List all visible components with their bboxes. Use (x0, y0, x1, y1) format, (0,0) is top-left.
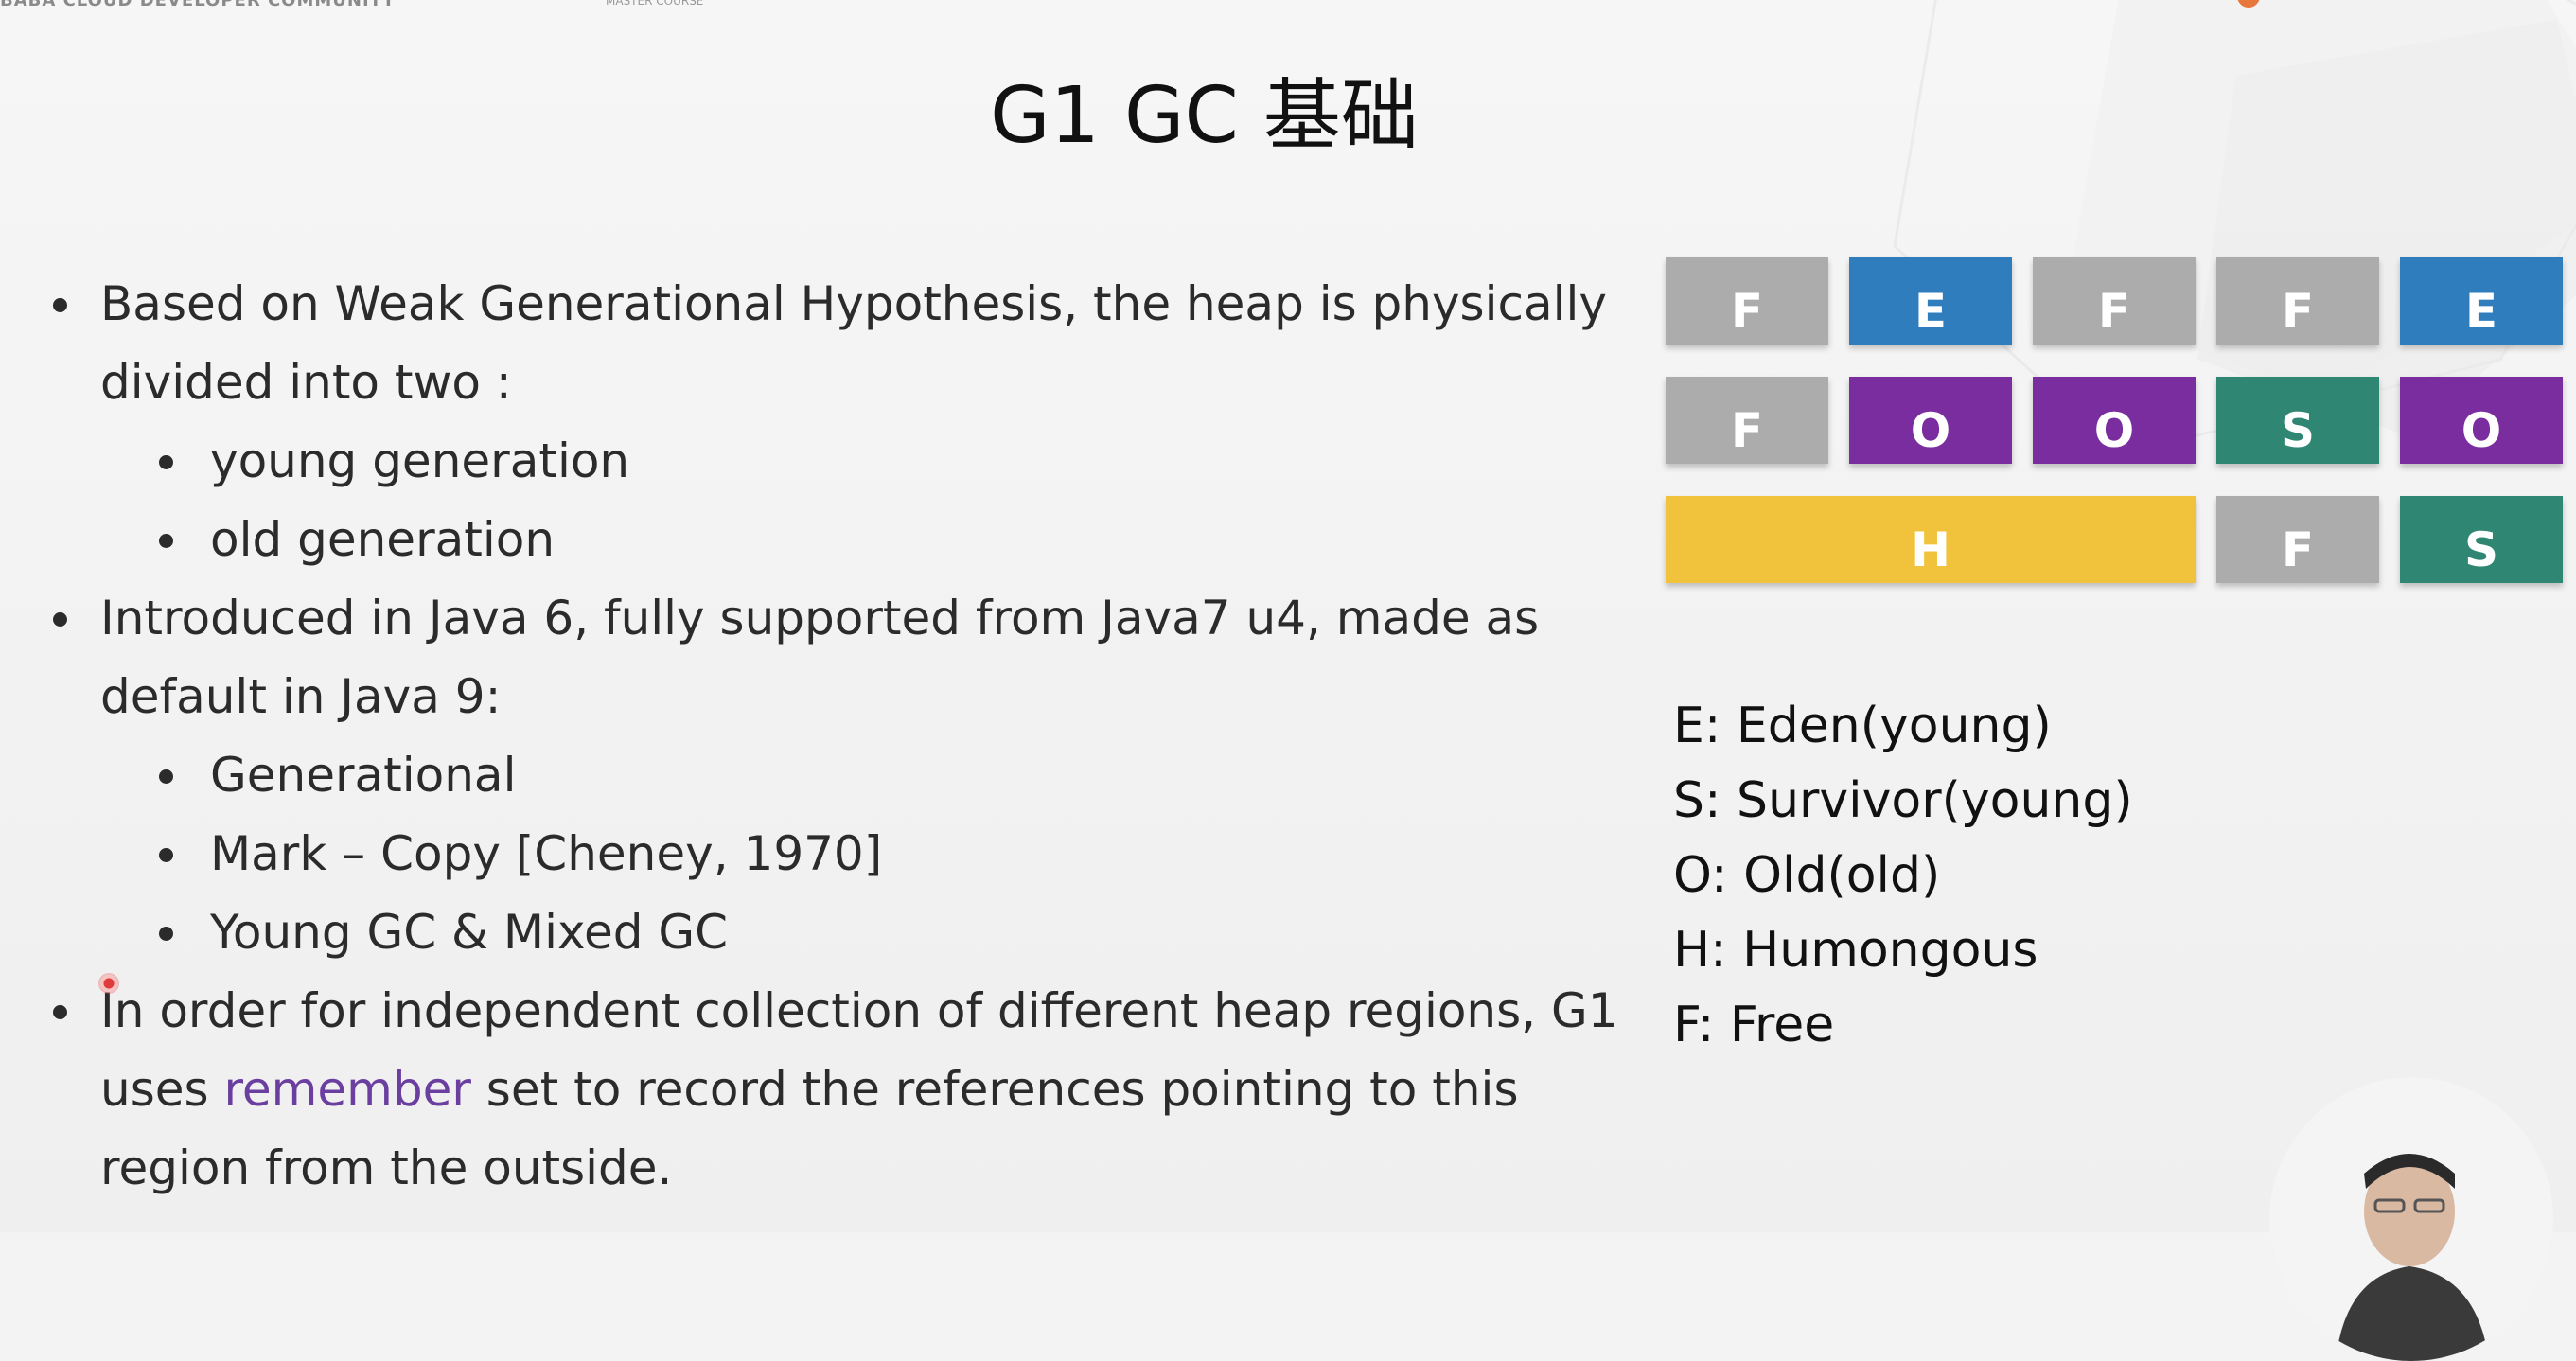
org-logo-text: BABA CLOUD DEVELOPER COMMUNITY (0, 0, 396, 10)
bullet-text-line2-after: set to record the references pointing to… (470, 1062, 1519, 1117)
heap-region-f: F (2216, 496, 2379, 583)
highlight-remember: remember (223, 1062, 471, 1117)
legend-item: S: Survivor(young) (1673, 772, 2133, 829)
sub-bullet-item: Young GC & Mixed GC (47, 893, 1637, 972)
bullet-item: In order for independent collection of d… (47, 972, 1637, 1208)
heap-region-o: O (2033, 377, 2196, 464)
bullet-list: Based on Weak Generational Hypothesis, t… (47, 265, 1637, 1208)
bullet-text-cont: divided into two : (100, 355, 512, 410)
bullet-item: Introduced in Java 6, fully supported fr… (47, 579, 1637, 736)
heap-region-e: E (2400, 257, 2563, 345)
bullet-text-cont: default in Java 9: (100, 669, 502, 724)
presenter-video (2269, 1077, 2553, 1361)
heap-region-grid: FEFFEFOOSOHFS (1666, 257, 2567, 585)
bullet-text: Introduced in Java 6, fully supported fr… (100, 591, 1540, 645)
brand-logo (2237, 0, 2260, 8)
laser-pointer (98, 973, 119, 994)
bullet-text-line2-before: uses (100, 1062, 224, 1117)
heap-region-f: F (1666, 377, 1828, 464)
heap-region-s: S (2216, 377, 2379, 464)
bullet-text: In order for independent collection of d… (100, 983, 1618, 1038)
heap-region-f: F (2033, 257, 2196, 345)
sub-bullet-item: Mark – Copy [Cheney, 1970] (47, 815, 1637, 893)
sub-bullet-item: young generation (47, 422, 1637, 501)
bullet-text-line3: region from the outside. (100, 1140, 673, 1195)
heap-region-o: O (2400, 377, 2563, 464)
sub-bullet-item: Generational (47, 736, 1637, 815)
legend-item: F: Free (1673, 997, 1835, 1053)
heap-region-h: H (1666, 496, 2196, 583)
legend-item: O: Old(old) (1673, 847, 1941, 904)
heap-region-s: S (2400, 496, 2563, 583)
region-legend: E: Eden(young) S: Survivor(young) O: Old(o… (1673, 689, 2133, 1063)
bullet-text: Based on Weak Generational Hypothesis, t… (100, 276, 1607, 331)
bullet-item: Based on Weak Generational Hypothesis, t… (47, 265, 1637, 422)
heap-region-e: E (1849, 257, 2012, 345)
sub-bullet-item: old generation (47, 501, 1637, 579)
legend-item: H: Humongous (1673, 922, 2038, 979)
presenter-icon (2269, 1077, 2553, 1361)
heap-region-f: F (2216, 257, 2379, 345)
heap-region-f: F (1666, 257, 1828, 345)
course-logo-text: MASTER COURSE (606, 0, 704, 8)
legend-item: E: Eden(young) (1673, 698, 2052, 754)
heap-region-o: O (1849, 377, 2012, 464)
slide-title: G1 GC 基础 (990, 71, 1419, 161)
